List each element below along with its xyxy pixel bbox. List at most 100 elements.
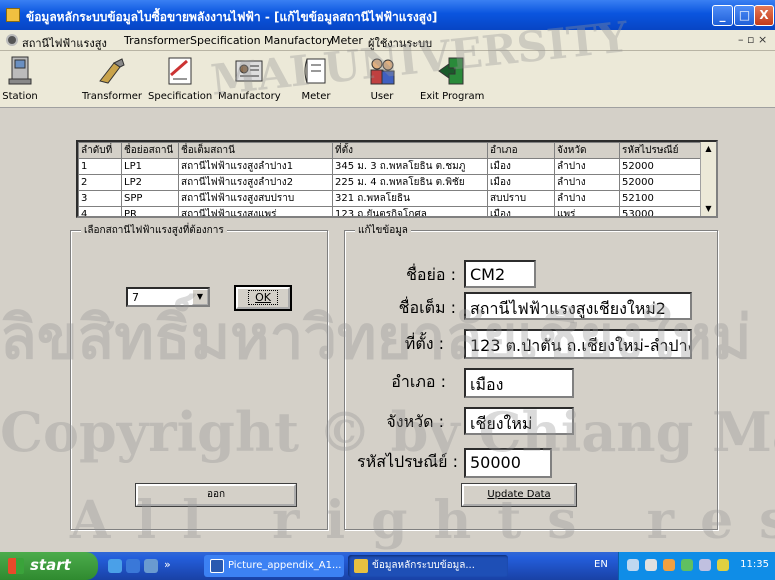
close-button[interactable]: X (754, 5, 774, 26)
task-main-app[interactable]: ข้อมูลหลักระบบข้อมูล... (348, 555, 508, 577)
security-tray-icon[interactable] (717, 559, 729, 571)
station-label: Station (2, 91, 38, 102)
menu-manufactory[interactable]: Manufactory (264, 34, 333, 47)
table-cell[interactable]: สถานีไฟฟ้าแรงสูงสบปราบ (178, 190, 333, 207)
exit-icon (438, 57, 464, 85)
table-row[interactable]: 4 PR สถานีไฟฟ้าแรงสูงแพร่ 123 ถ.ยันตรกิจ… (78, 206, 701, 216)
specification-button[interactable]: Specification (148, 55, 212, 102)
ie-quicklaunch-icon[interactable] (126, 559, 140, 573)
short-name-field[interactable]: CM2 (464, 260, 536, 288)
table-cell[interactable]: 1 (78, 158, 122, 175)
title-bar[interactable]: ข้อมูลหลักระบบข้อมูลไบซื้อขายพลังงานไฟฟ้… (0, 0, 775, 30)
table-cell[interactable]: 52100 (619, 190, 701, 207)
station-combo[interactable]: 7 ▼ (126, 287, 210, 307)
table-cell[interactable]: เมือง (487, 174, 555, 191)
short-name-label: ชื่อย่อ : (406, 265, 456, 284)
menu-transformer[interactable]: Transformer (124, 34, 190, 47)
scroll-up-icon[interactable]: ▲ (703, 144, 714, 153)
table-cell[interactable]: SPP (121, 190, 179, 207)
table-cell[interactable]: 4 (78, 206, 122, 216)
antivirus-tray-icon[interactable] (663, 559, 675, 571)
table-cell[interactable]: 123 ถ.ยันตรกิจโกศล (332, 206, 488, 216)
postcode-field[interactable]: 50000 (464, 448, 552, 478)
table-row[interactable]: 2 LP2 สถานีไฟฟ้าแรงสูงลำปาง2 225 ม. 4 ถ.… (78, 174, 701, 191)
col-header-postcode[interactable]: รหัสไปรษณีย์ (619, 142, 701, 159)
menu-bar: สถานีไฟฟ้าแรงสูง Transformer Specificati… (0, 30, 775, 51)
table-cell[interactable]: 321 ถ.พหลโยธิน (332, 190, 488, 207)
col-header-province[interactable]: จังหวัด (554, 142, 620, 159)
browser-quicklaunch-icon[interactable] (108, 559, 122, 573)
update-data-button[interactable]: Update Data (461, 483, 577, 507)
grid-scrollbar[interactable]: ▲ ▼ (700, 142, 716, 216)
table-cell[interactable]: LP2 (121, 174, 179, 191)
table-cell[interactable]: 345 ม. 3 ถ.พหลโยธิน ต.ชมภู (332, 158, 488, 175)
task-picture-appendix[interactable]: Picture_appendix_A1... (204, 555, 344, 577)
messenger-tray-icon[interactable] (699, 559, 711, 571)
table-cell[interactable]: สถานีไฟฟ้าแรงสูงลำปาง1 (178, 158, 333, 175)
table-cell[interactable]: 225 ม. 4 ถ.พหลโยธิน ต.พิชัย (332, 174, 488, 191)
mdi-window-controls[interactable]: – ▫ × (738, 33, 767, 46)
table-cell[interactable]: 52000 (619, 158, 701, 175)
language-indicator[interactable]: EN (594, 559, 608, 570)
province-label: จังหวัด : (386, 412, 444, 431)
table-cell[interactable]: 53000 (619, 206, 701, 216)
exit-program-label: Exit Program (420, 91, 485, 102)
table-cell[interactable]: 3 (78, 190, 122, 207)
table-cell[interactable]: ลำปาง (554, 174, 620, 191)
network-tray-icon[interactable] (627, 559, 639, 571)
start-label: start (30, 556, 71, 574)
ok-button[interactable]: OK (234, 285, 292, 311)
table-cell[interactable]: ลำปาง (554, 190, 620, 207)
menu-station[interactable]: สถานีไฟฟ้าแรงสูง (22, 34, 107, 52)
start-button[interactable]: start (0, 552, 98, 580)
col-header-order[interactable]: ลำดับที่ (78, 142, 122, 159)
district-field[interactable]: เมือง (464, 368, 574, 398)
word-icon (210, 559, 224, 573)
table-cell[interactable]: สบปราบ (487, 190, 555, 207)
province-field[interactable]: เชียงใหม่ (464, 407, 574, 435)
exit-form-button[interactable]: ออก (135, 483, 297, 507)
user-button[interactable]: User (364, 55, 400, 102)
mdi-child-icon[interactable] (6, 34, 18, 46)
table-cell[interactable]: สถานีไฟฟ้าแรงสูงลำปาง2 (178, 174, 333, 191)
col-header-district[interactable]: อำเภอ (487, 142, 555, 159)
table-row[interactable]: 3 SPP สถานีไฟฟ้าแรงสูงสบปราบ 321 ถ.พหลโย… (78, 190, 701, 207)
table-row[interactable]: 1 LP1 สถานีไฟฟ้าแรงสูงลำปาง1 345 ม. 3 ถ.… (78, 158, 701, 175)
table-cell[interactable]: LP1 (121, 158, 179, 175)
manufactory-button[interactable]: Manufactory (218, 55, 281, 102)
update-tray-icon[interactable] (681, 559, 693, 571)
table-cell[interactable]: PR (121, 206, 179, 216)
meter-button[interactable]: Meter (296, 55, 336, 102)
table-cell[interactable]: 2 (78, 174, 122, 191)
col-header-short-name[interactable]: ชื่อย่อสถานี (121, 142, 179, 159)
quicklaunch-chevron[interactable]: » (164, 558, 171, 571)
table-cell[interactable]: แพร่ (554, 206, 620, 216)
meter-label: Meter (301, 91, 331, 102)
location-field[interactable]: 123 ต.ป่าตัน ถ.เชียงใหม่-ลำปาง (464, 329, 692, 359)
menu-specification[interactable]: Specification (190, 34, 261, 47)
district-label: อำเภอ : (391, 372, 446, 391)
window-title: ข้อมูลหลักระบบข้อมูลไบซื้อขายพลังงานไฟฟ้… (26, 10, 438, 24)
exit-program-button[interactable]: Exit Program (420, 55, 484, 102)
station-button[interactable]: Station (0, 55, 40, 102)
minimize-button[interactable]: _ (712, 5, 733, 26)
table-cell[interactable]: เมือง (487, 206, 555, 216)
station-combo-value: 7 (132, 291, 139, 304)
explorer-quicklaunch-icon[interactable] (144, 559, 158, 573)
station-grid[interactable]: ลำดับที่ ชื่อย่อสถานี ชื่อเต็มสถานี ที่ต… (76, 140, 718, 218)
transformer-button[interactable]: Transformer (82, 55, 142, 102)
chevron-down-icon[interactable]: ▼ (192, 289, 208, 305)
volume-tray-icon[interactable] (645, 559, 657, 571)
col-header-location[interactable]: ที่ตั้ง (332, 142, 488, 159)
scroll-down-icon[interactable]: ▼ (703, 204, 714, 213)
table-cell[interactable]: ลำปาง (554, 158, 620, 175)
menu-meter[interactable]: Meter (331, 34, 363, 47)
menu-users[interactable]: ผู้ใช้งานระบบ (368, 34, 432, 52)
maximize-button[interactable]: □ (734, 5, 755, 26)
table-cell[interactable]: สถานีไฟฟ้าแรงสูงแพร่ (178, 206, 333, 216)
col-header-full-name[interactable]: ชื่อเต็มสถานี (178, 142, 333, 159)
table-cell[interactable]: เมือง (487, 158, 555, 175)
table-cell[interactable]: 52000 (619, 174, 701, 191)
table-header-row: ลำดับที่ ชื่อย่อสถานี ชื่อเต็มสถานี ที่ต… (78, 142, 701, 159)
full-name-field[interactable]: สถานีไฟฟ้าแรงสูงเชียงใหม่2 (464, 292, 692, 320)
